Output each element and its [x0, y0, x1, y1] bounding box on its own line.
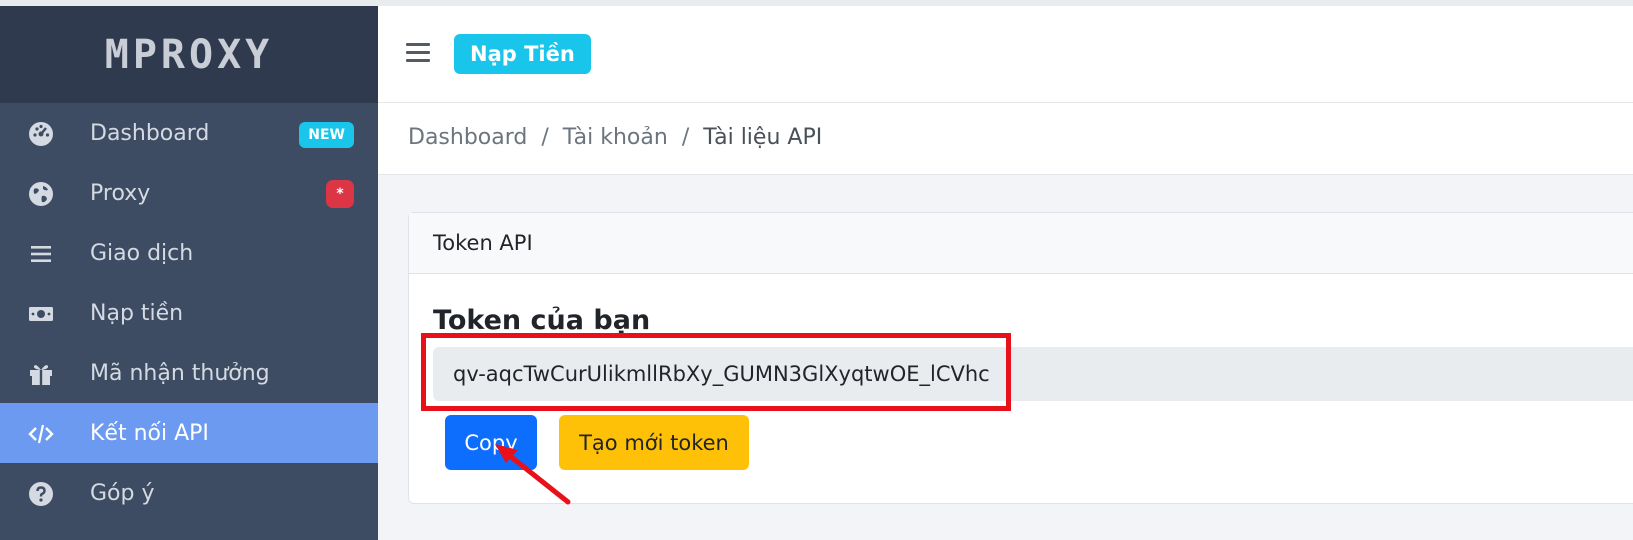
card-title: Token của bạn — [433, 305, 651, 336]
top-header: Nạp Tiền — [378, 6, 1633, 103]
breadcrumb-account[interactable]: Tài khoản — [563, 125, 668, 150]
card-header: Token API — [409, 213, 1633, 274]
breadcrumb-separator: / — [541, 125, 549, 150]
arrow-annotation-icon — [495, 444, 571, 505]
sidebar-item-deposit[interactable]: Nạp tiền — [0, 283, 378, 343]
sidebar-item-dashboard[interactable]: Dashboard NEW — [0, 103, 378, 163]
breadcrumb-bar: Dashboard / Tài khoản / Tài liệu API — [378, 103, 1633, 175]
sidebar-item-feedback[interactable]: Góp ý — [0, 463, 378, 523]
gift-icon — [28, 361, 54, 387]
highlight-annotation — [421, 333, 1011, 411]
breadcrumb-current: Tài liệu API — [703, 125, 823, 150]
sidebar-item-label: Giao dịch — [90, 240, 194, 266]
sidebar-item-api[interactable]: Kết nối API — [0, 403, 378, 463]
menu-toggle-icon[interactable] — [406, 43, 430, 63]
sidebar-item-label: Mã nhận thưởng — [90, 360, 270, 386]
brand-logo[interactable]: MPROXY — [0, 6, 378, 103]
sidebar-item-label: Nạp tiền — [90, 300, 184, 326]
sidebar-item-label: Góp ý — [90, 480, 155, 506]
sidebar: MPROXY Dashboard NEW Proxy * Giao dịch N… — [0, 6, 378, 540]
sidebar-item-label: Kết nối API — [90, 420, 209, 446]
list-icon — [28, 241, 54, 267]
deposit-button[interactable]: Nạp Tiền — [454, 34, 591, 74]
globe-icon — [28, 181, 54, 207]
sidebar-item-label: Proxy — [90, 180, 151, 206]
money-icon — [28, 301, 54, 327]
breadcrumb-dashboard[interactable]: Dashboard — [408, 125, 527, 150]
sidebar-nav: Dashboard NEW Proxy * Giao dịch Nạp tiền — [0, 103, 378, 523]
question-icon — [28, 481, 54, 507]
sidebar-item-label: Dashboard — [90, 120, 210, 146]
dashboard-icon — [28, 121, 54, 147]
brand-text: MPROXY — [104, 31, 274, 78]
breadcrumb: Dashboard / Tài khoản / Tài liệu API — [408, 125, 822, 150]
alert-badge: * — [326, 180, 354, 208]
sidebar-item-transactions[interactable]: Giao dịch — [0, 223, 378, 283]
new-badge: NEW — [299, 122, 354, 148]
sidebar-item-proxy[interactable]: Proxy * — [0, 163, 378, 223]
breadcrumb-separator: / — [681, 125, 690, 150]
sidebar-item-reward-code[interactable]: Mã nhận thưởng — [0, 343, 378, 403]
code-icon — [28, 421, 54, 447]
